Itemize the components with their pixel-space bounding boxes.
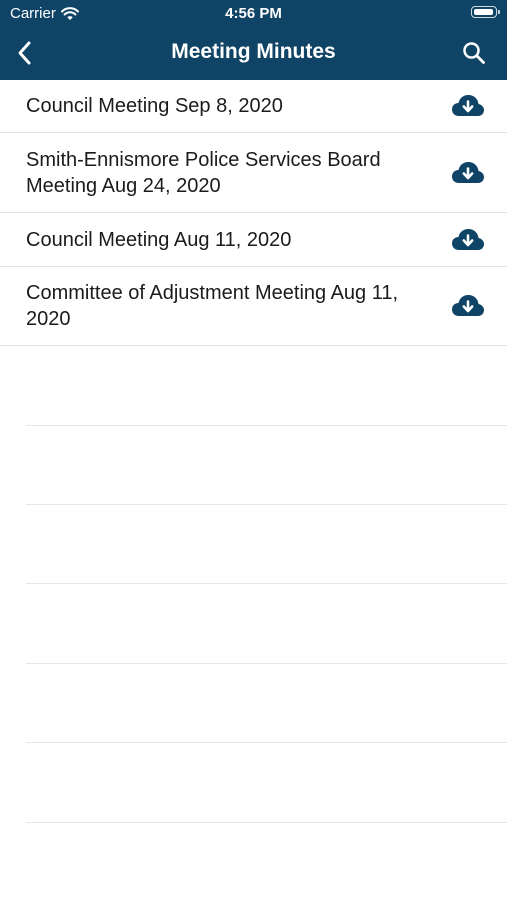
cloud-download-icon[interactable] [451, 93, 485, 119]
meeting-minutes-list: Council Meeting Sep 8, 2020 Smith-Ennism… [0, 80, 507, 346]
list-item[interactable]: Council Meeting Sep 8, 2020 [0, 80, 507, 133]
empty-row-separator [26, 742, 507, 743]
status-time: 4:56 PM [225, 5, 282, 22]
navigation-bar: Meeting Minutes [0, 28, 507, 80]
cloud-download-icon[interactable] [451, 160, 485, 186]
list-item-title: Council Meeting Aug 11, 2020 [26, 228, 292, 251]
list-item[interactable]: Council Meeting Aug 11, 2020 [0, 213, 507, 267]
search-icon [463, 42, 485, 64]
empty-row-separator [26, 504, 507, 505]
empty-row-separator [26, 425, 507, 426]
list-item[interactable]: Smith-Ennismore Police Services Board Me… [0, 133, 507, 213]
empty-row-separator [26, 583, 507, 584]
battery-icon [471, 6, 500, 18]
list-item-title: Council Meeting Sep 8, 2020 [26, 95, 283, 117]
empty-row-separator [26, 822, 507, 823]
page-title: Meeting Minutes [171, 40, 336, 63]
list-item-title: Committee of Adjustment Meeting Aug 11, … [26, 282, 399, 330]
status-bar: Carrier 4:56 PM [0, 0, 507, 28]
empty-row-separator [26, 663, 507, 664]
header: Carrier 4:56 PM Meeting Minutes [0, 0, 507, 80]
list-item-title: Smith-Ennismore Police Services Board Me… [26, 148, 381, 197]
cloud-download-icon[interactable] [451, 293, 485, 319]
list-item[interactable]: Committee of Adjustment Meeting Aug 11, … [0, 267, 507, 346]
cloud-download-icon[interactable] [451, 227, 485, 253]
search-button[interactable] [459, 38, 489, 68]
